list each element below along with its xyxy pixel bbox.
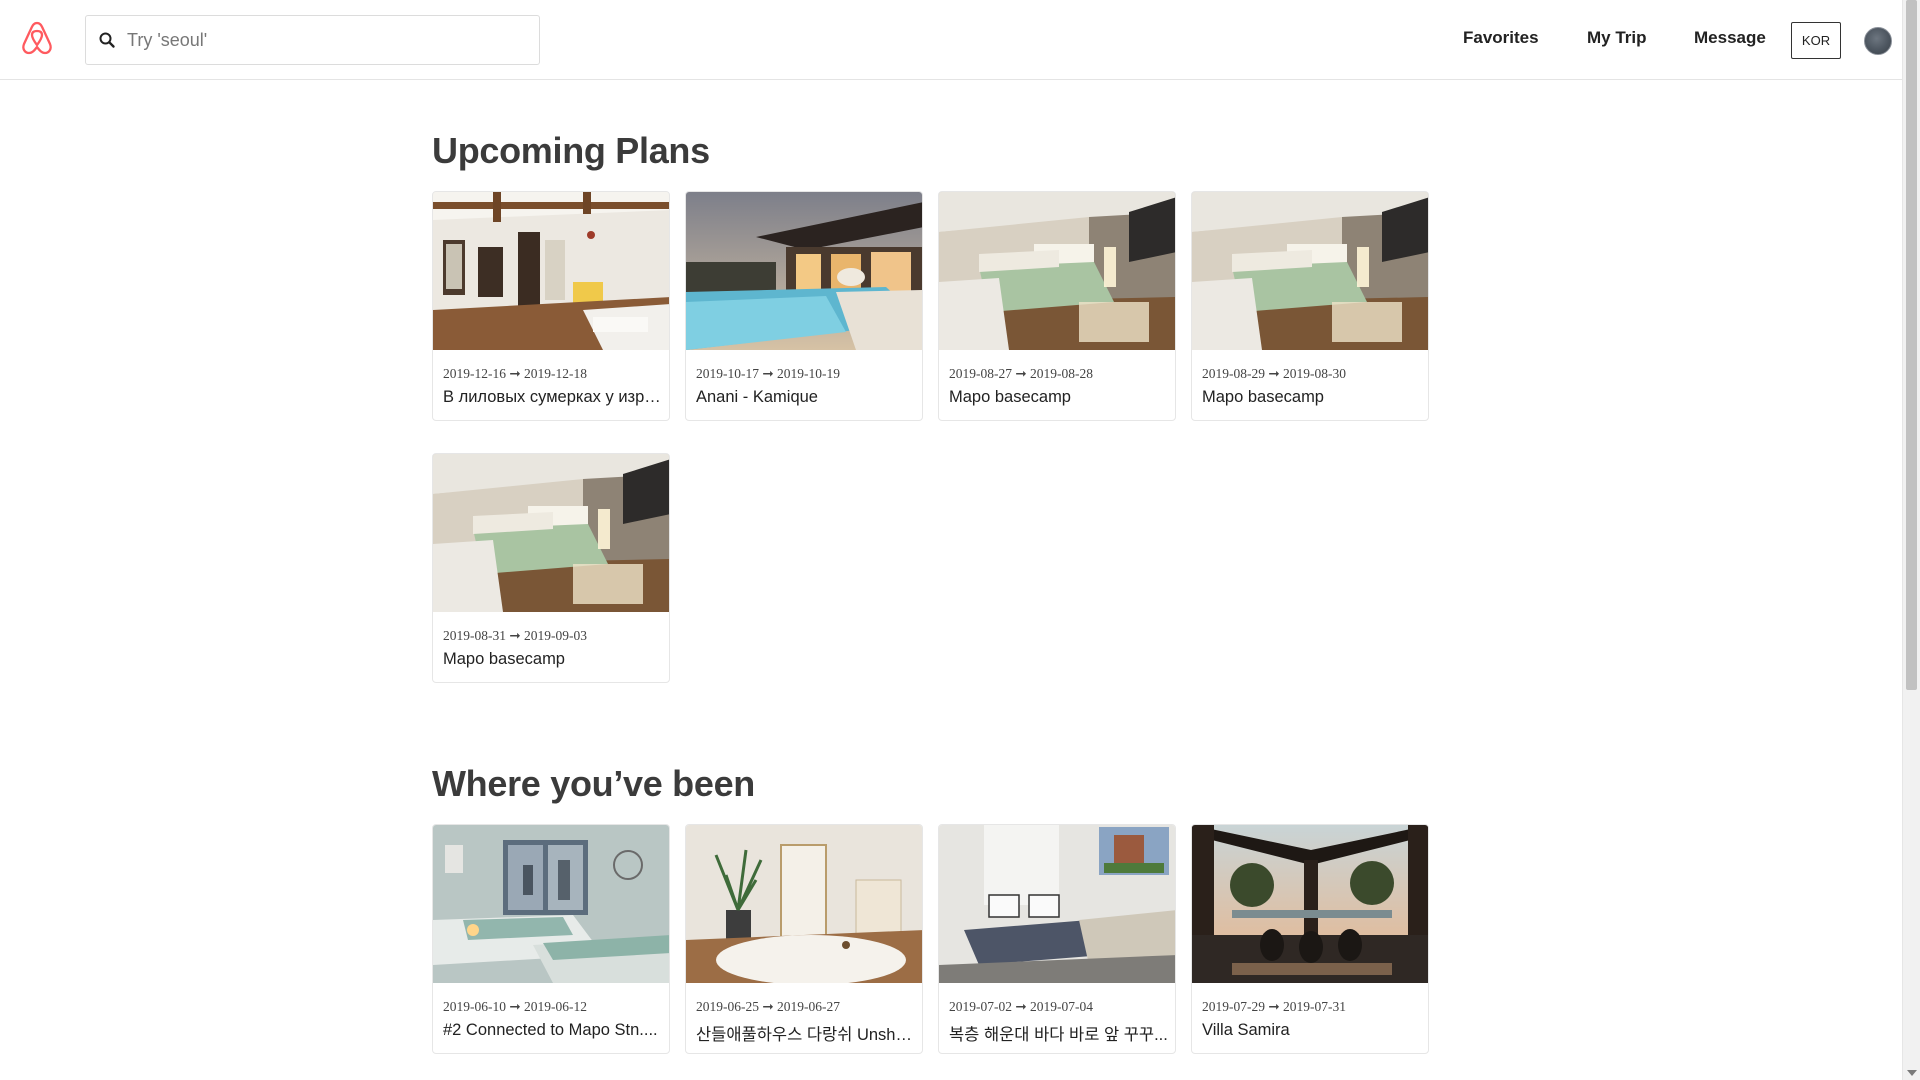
listing-title[interactable]: Mapo basecamp — [949, 388, 1169, 407]
past-trips-heading: Where you’ve been — [432, 763, 755, 804]
listing-title[interactable]: В лиловых сумерках у изра... — [443, 388, 663, 407]
trip-dates: 2019-10-17 ➞ 2019-10-19 — [696, 366, 841, 381]
upcoming-plans-heading: Upcoming Plans — [432, 130, 710, 171]
listing-title[interactable]: Mapo basecamp — [1202, 388, 1422, 407]
trip-card[interactable]: 2019-08-27 ➞ 2019-08-28 Mapo basecamp — [938, 191, 1176, 421]
nav-my-trip-link[interactable]: My Trip — [1587, 28, 1647, 48]
trip-dates: 2019-07-02 ➞ 2019-07-04 — [949, 999, 1094, 1014]
trip-dates: 2019-06-10 ➞ 2019-06-12 — [443, 999, 588, 1014]
listing-title[interactable]: Villa Samira — [1202, 1021, 1422, 1040]
scroll-down-arrow-icon[interactable] — [1907, 1070, 1917, 1076]
listing-photo — [1192, 192, 1429, 350]
listing-title[interactable]: 산들애풀하우스 다랑쉬 Unsha... — [696, 1021, 916, 1045]
trip-dates: 2019-07-29 ➞ 2019-07-31 — [1202, 999, 1347, 1014]
trip-dates: 2019-08-31 ➞ 2019-09-03 — [443, 628, 588, 643]
nav-favorites-link[interactable]: Favorites — [1463, 28, 1539, 48]
listing-photo — [433, 825, 669, 983]
trip-card[interactable]: 2019-07-02 ➞ 2019-07-04 복층 해운대 바다 바로 앞 꾸… — [938, 824, 1176, 1054]
scrollbar-thumb[interactable] — [1906, 0, 1917, 690]
trip-dates: 2019-08-29 ➞ 2019-08-30 — [1202, 366, 1347, 381]
listing-title[interactable]: Mapo basecamp — [443, 650, 663, 669]
listing-photo — [686, 825, 922, 983]
listing-photo — [939, 825, 1175, 983]
listing-photo — [433, 192, 669, 350]
user-avatar[interactable] — [1864, 27, 1892, 55]
trip-card[interactable]: 2019-10-17 ➞ 2019-10-19 Anani - Kamique — [685, 191, 923, 421]
page-scrollbar[interactable] — [1902, 0, 1920, 1080]
nav-message-link[interactable]: Message — [1694, 28, 1766, 48]
listing-title[interactable]: 복층 해운대 바다 바로 앞 꾸꾸... — [949, 1021, 1169, 1045]
listing-photo — [686, 192, 922, 350]
listing-photo — [939, 192, 1176, 350]
trip-card[interactable]: 2019-08-29 ➞ 2019-08-30 Mapo basecamp — [1191, 191, 1429, 421]
search-input[interactable] — [127, 29, 507, 51]
listing-photo — [433, 454, 670, 612]
top-header: Favorites My Trip Message KOR — [0, 0, 1902, 80]
trip-card[interactable]: 2019-06-10 ➞ 2019-06-12 #2 Connected to … — [432, 824, 670, 1054]
listing-title[interactable]: #2 Connected to Mapo Stn.... — [443, 1021, 663, 1040]
listing-photo — [1192, 825, 1428, 983]
listing-title[interactable]: Anani - Kamique — [696, 388, 916, 407]
trip-card[interactable]: 2019-08-31 ➞ 2019-09-03 Mapo basecamp — [432, 453, 670, 683]
search-icon — [99, 32, 115, 48]
trip-card[interactable]: 2019-06-25 ➞ 2019-06-27 산들애풀하우스 다랑쉬 Unsh… — [685, 824, 923, 1054]
airbnb-logo-icon[interactable] — [20, 20, 54, 56]
search-bar[interactable] — [85, 15, 540, 65]
language-button[interactable]: KOR — [1791, 22, 1841, 59]
trip-dates: 2019-12-16 ➞ 2019-12-18 — [443, 366, 588, 381]
trip-card[interactable]: 2019-12-16 ➞ 2019-12-18 В лиловых сумерк… — [432, 191, 670, 421]
trip-card[interactable]: 2019-07-29 ➞ 2019-07-31 Villa Samira — [1191, 824, 1429, 1054]
trip-dates: 2019-06-25 ➞ 2019-06-27 — [696, 999, 841, 1014]
trip-dates: 2019-08-27 ➞ 2019-08-28 — [949, 366, 1094, 381]
